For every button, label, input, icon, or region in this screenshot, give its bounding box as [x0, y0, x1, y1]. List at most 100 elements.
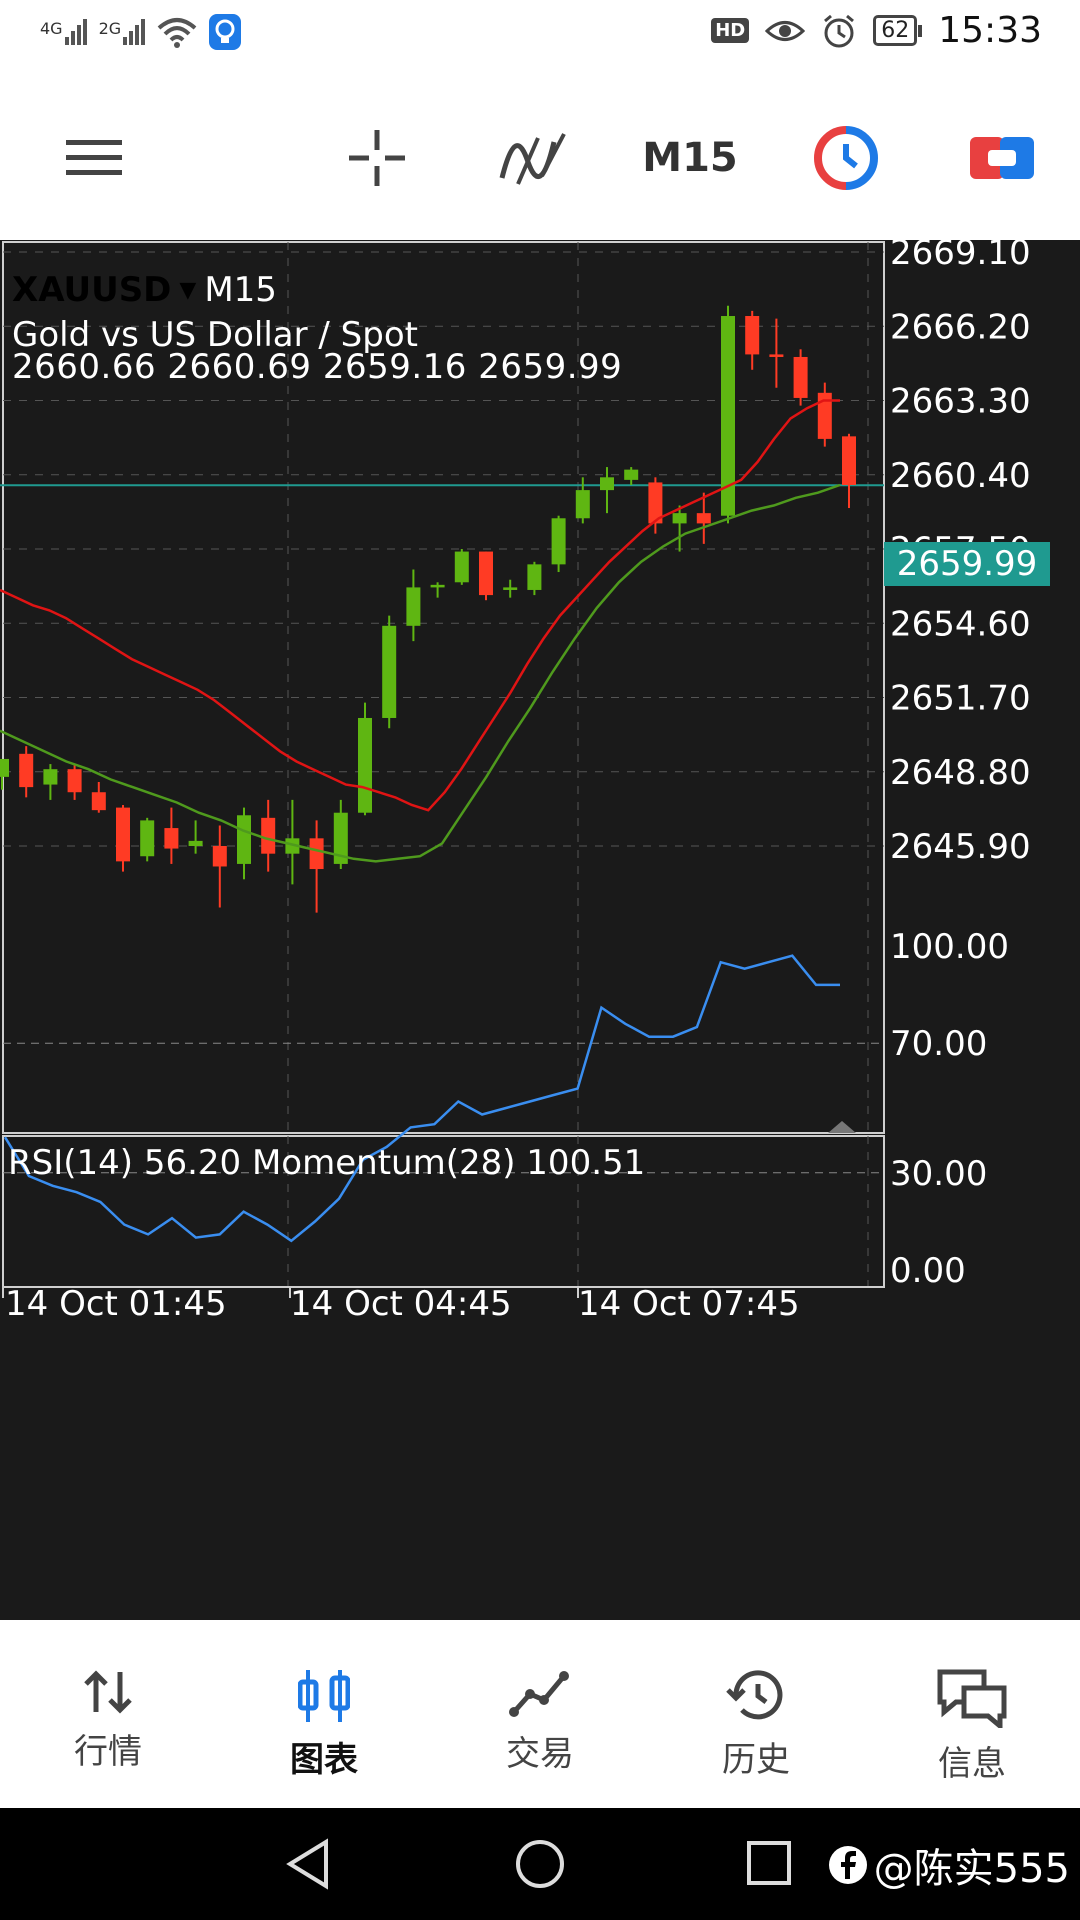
quotes-arrows-icon — [84, 1670, 132, 1714]
indicators-button[interactable] — [490, 76, 576, 240]
price-axis-label: 2651.70 — [890, 679, 1031, 719]
chart-canvas[interactable]: 2669.102666.202663.302660.402657.502654.… — [0, 240, 1080, 1620]
price-axis-label: 2666.20 — [890, 307, 1031, 347]
wifi-icon — [157, 18, 197, 48]
chart-candles-icon — [298, 1670, 350, 1722]
system-navigation-bar: @陈实555 — [0, 1808, 1080, 1920]
watermark: @陈实555 — [828, 1836, 1070, 1894]
price-axis-label: 2669.10 — [890, 240, 1031, 273]
candle-body — [503, 587, 518, 590]
nav-messages[interactable]: 信息 — [864, 1620, 1080, 1808]
signal-4g-label: 4G — [40, 19, 63, 38]
nav-messages-label: 信息 — [938, 1744, 1006, 1784]
trade-line-icon — [509, 1671, 569, 1717]
candle-body — [164, 828, 179, 849]
candle-body — [745, 316, 760, 355]
price-axis-label: 2645.90 — [890, 827, 1031, 867]
price-axis-label: 2654.60 — [890, 604, 1031, 644]
battery-icon: 62 — [873, 15, 923, 46]
symbol-label[interactable]: XAUUSD — [12, 270, 171, 310]
candle-body — [140, 820, 155, 857]
candle-body — [600, 477, 614, 491]
candle-body — [672, 513, 687, 524]
timeframe-label: M15 — [642, 135, 738, 181]
nav-trade-label: 交易 — [506, 1734, 574, 1774]
signal-2g-label: 2G — [98, 19, 122, 38]
candle-body — [430, 584, 445, 588]
rsi-axis-label: 0.00 — [890, 1251, 966, 1291]
time-axis-label: 14 Oct 07:45 — [578, 1284, 800, 1324]
signal-2g-icon: 2G — [99, 19, 146, 45]
rsi-axis-label: 100.00 — [890, 927, 1009, 967]
price-axis-label: 2660.40 — [890, 456, 1031, 496]
chart-toolbar: M15 — [0, 76, 1080, 240]
candle-body — [116, 807, 130, 862]
alarm-icon — [824, 14, 855, 47]
candle-body — [551, 518, 566, 565]
candle-body — [19, 753, 34, 788]
one-click-trading-button[interactable] — [806, 76, 886, 240]
indicator-wave-icon — [499, 133, 566, 185]
bottom-navigation: 行情 图表 交易 历史 信息 — [0, 1620, 1080, 1808]
candle-body — [67, 769, 82, 793]
nav-quotes[interactable]: 行情 — [0, 1620, 216, 1808]
candle-body — [624, 469, 639, 480]
facebook-logo-icon — [828, 1846, 867, 1884]
pane-divider-handle-icon — [828, 1121, 856, 1133]
candle-body — [696, 513, 711, 524]
candle-body — [527, 564, 542, 590]
nav-history[interactable]: 历史 — [648, 1620, 864, 1808]
signal-4g-icon: 4G — [40, 19, 87, 45]
chart-area[interactable]: 2669.102666.202663.302660.402657.502654.… — [0, 240, 1080, 1620]
candle-body — [188, 840, 203, 846]
history-clock-icon — [726, 1670, 783, 1720]
eye-icon — [765, 20, 806, 41]
candle-body — [212, 846, 227, 867]
trade-toggle-icon — [970, 137, 1034, 179]
nav-history-label: 历史 — [722, 1740, 790, 1780]
ma-slow-line — [0, 483, 841, 863]
candle-body — [575, 490, 590, 519]
symbol-row: XAUUSD ▼ M15 — [12, 270, 277, 310]
trade-button[interactable] — [962, 76, 1042, 240]
nav-trade[interactable]: 交易 — [432, 1620, 648, 1808]
price-axis-label: 2663.30 — [890, 382, 1031, 422]
candle-body — [91, 792, 106, 811]
chart-timeframe-label: M15 — [204, 270, 277, 310]
current-price-tag: 2659.99 — [884, 542, 1050, 586]
clock-colored-icon — [814, 126, 878, 190]
candle-body — [261, 817, 276, 854]
status-bar: 4G 2G HD 62 15:33 — [0, 0, 1080, 76]
candle-body — [309, 838, 324, 870]
candle-body — [0, 758, 9, 777]
ohlc-values: 2660.66 2660.69 2659.16 2659.99 — [12, 347, 623, 387]
price-axis-label: 2648.80 — [890, 753, 1031, 793]
bulb-app-icon — [209, 14, 242, 50]
nav-chart[interactable]: 图表 — [216, 1620, 432, 1808]
crosshair-button[interactable] — [334, 76, 420, 240]
time-axis-label: 14 Oct 04:45 — [290, 1284, 512, 1324]
nav-chart-label: 图表 — [290, 1740, 358, 1780]
home-icon[interactable] — [514, 1838, 566, 1890]
back-icon[interactable] — [284, 1838, 332, 1890]
watermark-text: @陈实555 — [873, 1846, 1070, 1892]
recents-icon[interactable] — [746, 1840, 792, 1886]
indicator-label: RSI(14) 56.20 Momentum(28) 100.51 — [8, 1143, 646, 1183]
symbol-dropdown-icon[interactable]: ▼ — [179, 278, 196, 303]
candle-body — [237, 815, 251, 864]
candle-body — [382, 625, 397, 718]
candle-body — [454, 551, 469, 583]
hamburger-icon — [66, 140, 122, 175]
status-right: HD 62 15:33 — [711, 10, 1042, 51]
candle-body — [43, 769, 58, 785]
timeframe-button[interactable]: M15 — [640, 76, 740, 240]
hd-badge: HD — [711, 18, 750, 43]
battery-level: 62 — [873, 15, 918, 46]
rsi-line — [3, 954, 840, 1243]
candle-body — [358, 717, 372, 813]
status-left: 4G 2G — [40, 14, 242, 50]
status-time: 15:33 — [938, 10, 1042, 51]
menu-button[interactable] — [44, 76, 144, 240]
candle-body — [793, 356, 808, 398]
candle-body — [842, 436, 856, 485]
